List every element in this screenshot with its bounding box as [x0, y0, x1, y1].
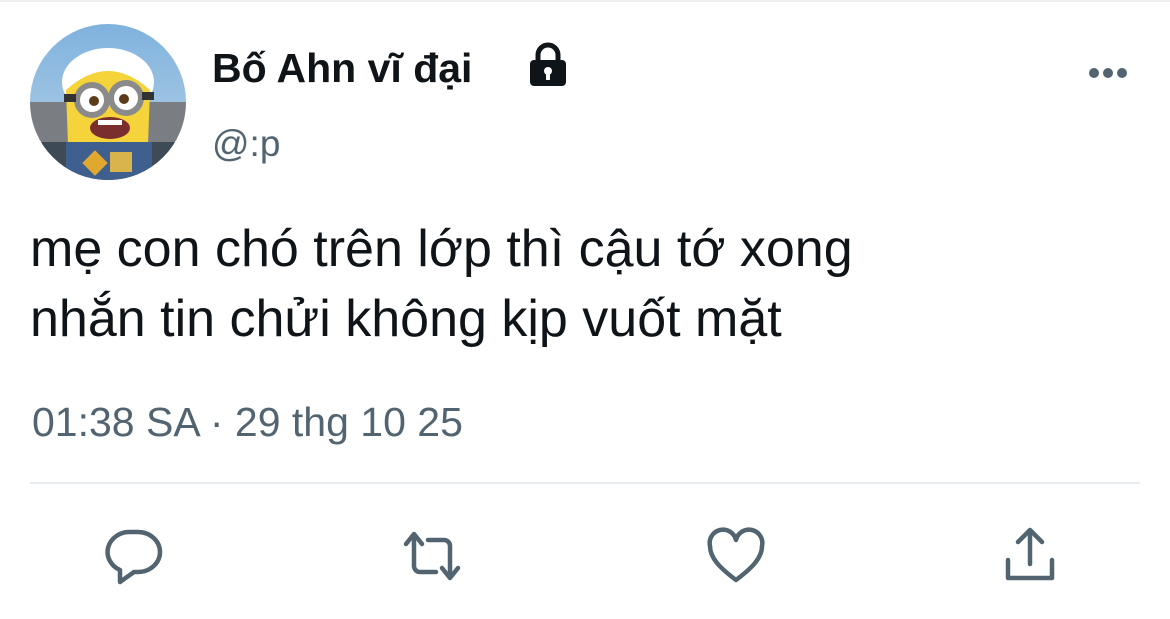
avatar[interactable]: [30, 24, 186, 180]
share-icon: [1005, 527, 1055, 581]
top-separator: [0, 0, 1170, 2]
tweet-text-line-2: nhắn tin chửi không kịp vuốt mặt: [30, 290, 782, 348]
tweet-text-line-1: mẹ con chó trên lớp thì cậu tớ xong: [30, 220, 853, 278]
tweet-time: 01:38 SA: [32, 399, 199, 445]
more-options-icon[interactable]: [1086, 62, 1130, 84]
user-handle[interactable]: @:p: [212, 120, 280, 168]
retweet-button[interactable]: [402, 526, 462, 586]
tweet-timestamp[interactable]: 01:38 SA · 29 thg 10 25: [32, 396, 463, 448]
like-icon: [707, 527, 765, 583]
lock-icon: [524, 40, 572, 88]
reply-button[interactable]: [104, 526, 164, 586]
tweet-date: 29 thg 10 25: [234, 399, 463, 445]
divider: [30, 482, 1140, 484]
like-button[interactable]: [706, 526, 766, 586]
retweet-icon: [403, 531, 461, 581]
display-name[interactable]: Bố Ahn vĩ đại: [212, 42, 472, 94]
meta-separator: ·: [209, 399, 224, 445]
share-button[interactable]: [1002, 526, 1062, 586]
minion-avatar-image: [30, 24, 186, 180]
tweet-text: mẹ con chó trên lớp thì cậu tớ xong nhắn…: [30, 214, 1130, 354]
reply-icon: [105, 529, 163, 585]
